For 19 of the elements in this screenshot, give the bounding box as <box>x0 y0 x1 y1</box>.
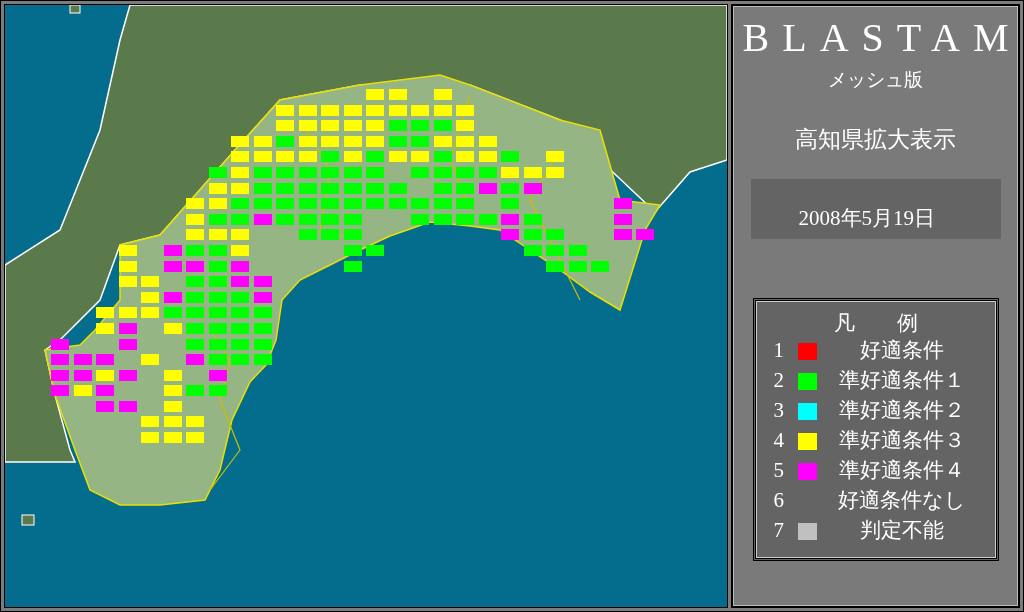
legend-label: 準好適条件１ <box>837 367 966 395</box>
legend-label: 好適条件なし <box>836 487 967 515</box>
legend-number: 5 <box>773 457 785 485</box>
legend-label: 好適条件 <box>858 337 945 365</box>
subtitle: メッシュ版 <box>828 68 923 92</box>
legend-label: 準好適条件２ <box>837 397 966 425</box>
legend-number: 1 <box>773 337 785 365</box>
legend-number: 7 <box>773 517 785 545</box>
legend-number: 2 <box>773 367 785 395</box>
legend-title: 凡 例 <box>832 311 919 337</box>
legend-number: 4 <box>773 427 785 455</box>
date-display: 2008年5月19日 <box>750 179 1001 239</box>
legend-label: 準好適条件３ <box>837 427 966 455</box>
legend-number: 6 <box>773 487 785 515</box>
region-label: 高知県拡大表示 <box>795 125 956 154</box>
legend-label: 準好適条件４ <box>837 457 966 485</box>
legend-label: 判定不能 <box>858 517 945 545</box>
app-title: BLASTAM <box>742 18 1022 58</box>
legend-number: 3 <box>773 397 785 425</box>
